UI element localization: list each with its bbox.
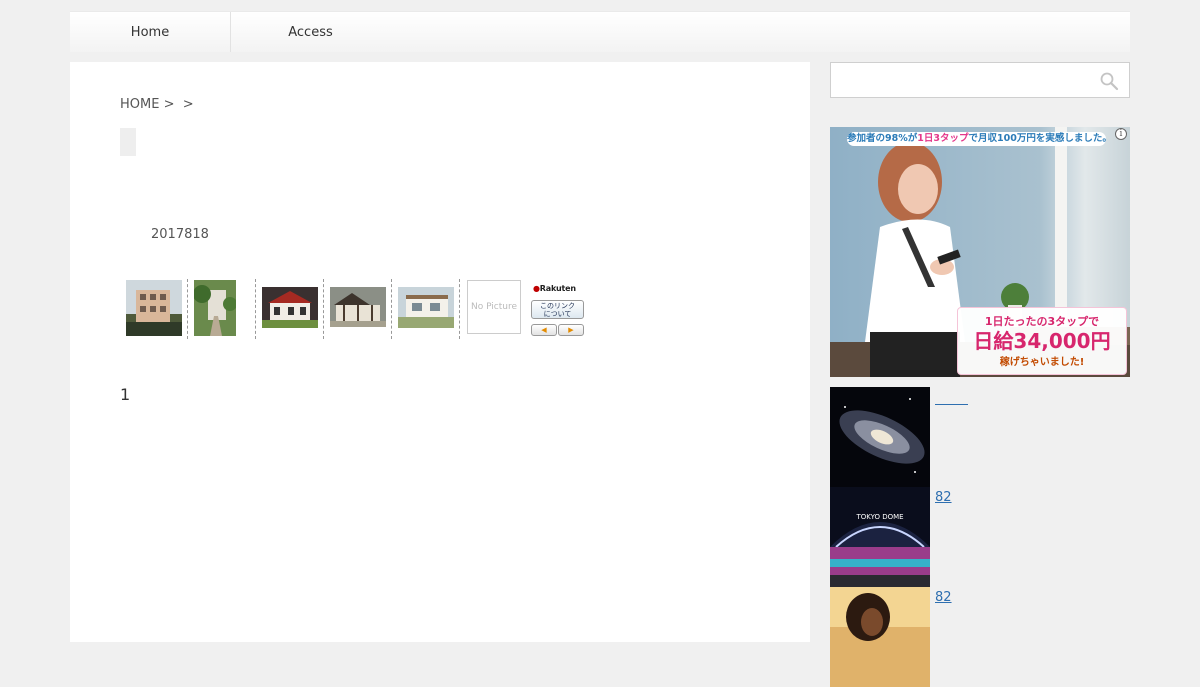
- breadcrumb-separator: >: [163, 97, 175, 112]
- rakuten-logo: ●Rakuten: [533, 284, 576, 293]
- rakuten-item[interactable]: [193, 279, 256, 339]
- sidebar-post-thumbnail[interactable]: [830, 387, 930, 487]
- sidebar-post-link[interactable]: 82: [935, 590, 952, 605]
- ad-badge-line3: 稼げちゃいました!: [999, 357, 1085, 368]
- rakuten-item[interactable]: [125, 279, 188, 339]
- product-thumbnail[interactable]: [194, 280, 236, 336]
- sidebar-post-thumbnail[interactable]: [830, 587, 930, 687]
- sidebar-post-link[interactable]: 82: [935, 490, 952, 505]
- rakuten-logo-text: Rakuten: [539, 284, 576, 293]
- ad-headline-post: で月収100万円を実感しました。: [968, 133, 1106, 144]
- category-label[interactable]: [120, 128, 136, 156]
- rakuten-item[interactable]: [397, 279, 460, 339]
- product-thumbnail[interactable]: [126, 280, 182, 336]
- breadcrumb-separator: >: [182, 97, 194, 112]
- thumbnail-caption: TOKYO DOME: [855, 513, 903, 521]
- no-picture-placeholder[interactable]: No Picture: [467, 280, 521, 334]
- post-body-text: 1: [120, 385, 131, 404]
- rakuten-item[interactable]: [329, 279, 392, 339]
- ad-badge: 1日たったの3タップで 日給34,000円 稼げちゃいました!: [957, 307, 1127, 375]
- rakuten-prev-button[interactable]: ◀: [531, 324, 557, 336]
- ad-headline-highlight: 1日3タップ: [917, 133, 969, 144]
- sidebar-post-thumbnail[interactable]: TOKYO DOME: [830, 487, 930, 587]
- arrow-right-icon: ▶: [568, 326, 574, 334]
- sidebar-post-item: [830, 387, 1130, 487]
- search-input[interactable]: [831, 63, 1091, 97]
- product-thumbnail[interactable]: [262, 287, 318, 328]
- nav-item-access[interactable]: Access: [230, 12, 390, 52]
- rakuten-logo-mark: ●: [533, 284, 540, 293]
- sidebar-post-link-underline[interactable]: [935, 404, 968, 405]
- rakuten-item[interactable]: [261, 279, 324, 339]
- breadcrumb-home-link[interactable]: HOME: [120, 97, 159, 112]
- rakuten-about-link-label: このリンクについて: [540, 301, 575, 318]
- rakuten-next-button[interactable]: ▶: [558, 324, 584, 336]
- main-content: HOME > > 2017818 No Picture ●Rakuten このリ…: [70, 62, 810, 642]
- search-box: [830, 62, 1130, 98]
- sidebar-post-item: TOKYO DOME 82: [830, 487, 1130, 587]
- search-icon[interactable]: [1099, 71, 1119, 91]
- product-thumbnail[interactable]: [398, 287, 454, 328]
- no-picture-text: No Picture: [470, 302, 518, 312]
- ad-headline-pre: 参加者の98%が: [847, 133, 918, 144]
- arrow-left-icon: ◀: [541, 326, 547, 334]
- post-date: 2017818: [151, 227, 209, 242]
- ad-info-icon[interactable]: i: [1115, 128, 1127, 140]
- ad-badge-line1: 1日たったの3タップで: [984, 315, 1100, 328]
- breadcrumb: HOME > >: [120, 97, 194, 112]
- rakuten-about-link-button[interactable]: このリンクについて: [531, 300, 584, 319]
- ad-badge-line2: 日給34,000円: [973, 329, 1111, 353]
- ad-headline: 参加者の98%が1日3タップで月収100万円を実感しました。: [847, 132, 1106, 146]
- sidebar-ad-banner[interactable]: 参加者の98%が1日3タップで月収100万円を実感しました。 i 1日たったの3…: [830, 127, 1130, 377]
- product-thumbnail[interactable]: [330, 287, 386, 327]
- sidebar-post-item: 82: [830, 587, 1130, 687]
- global-nav: Home Access: [70, 11, 1130, 52]
- nav-item-home[interactable]: Home: [70, 12, 230, 52]
